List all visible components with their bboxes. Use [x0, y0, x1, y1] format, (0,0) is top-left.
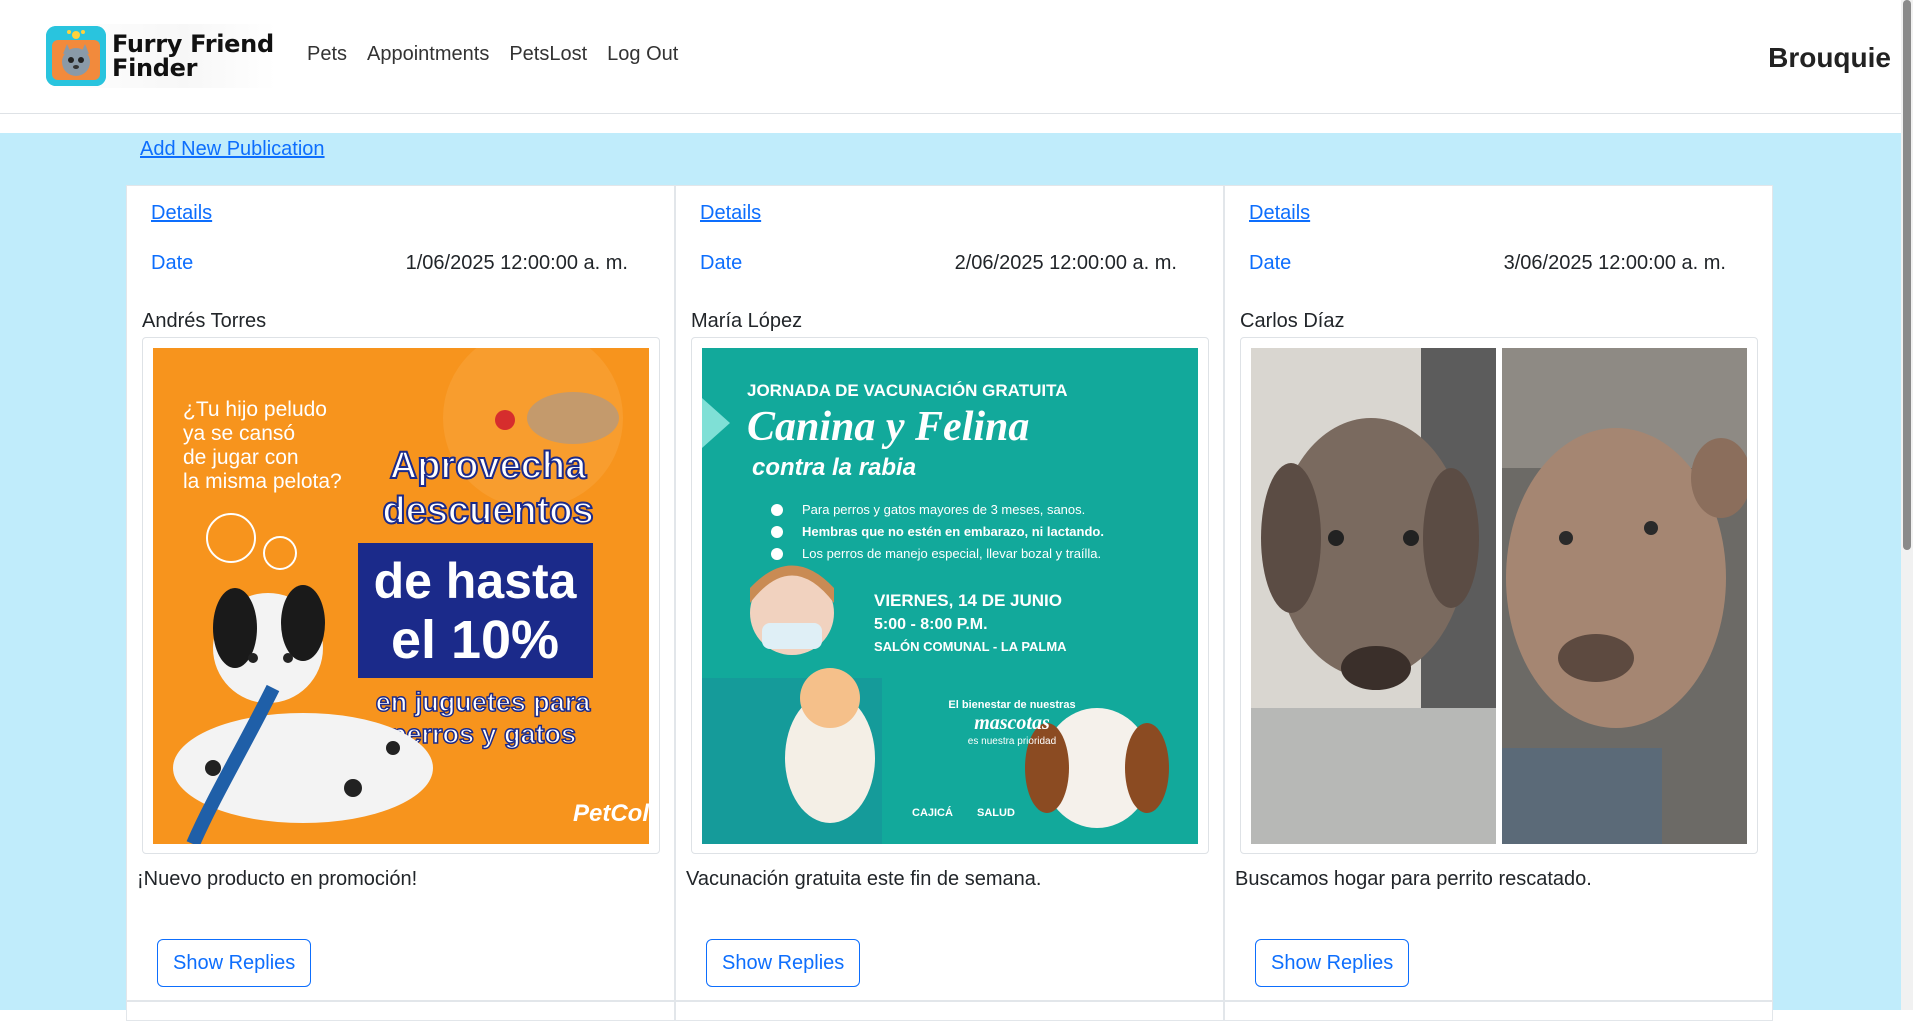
publications-section: Add New Publication Details Date 1/06/20… — [0, 133, 1901, 1021]
date-label: Date — [700, 252, 743, 274]
promo-line: ya se cansó — [183, 422, 295, 445]
add-publication-link[interactable]: Add New Publication — [140, 138, 325, 161]
publication-card: Details Date 1/06/2025 12:00:00 a. m. An… — [126, 185, 675, 1001]
publication-card: Details Date 3/06/2025 12:00:00 a. m. Ca… — [1224, 185, 1773, 1001]
poster-footer: El bienestar de nuestras — [948, 699, 1075, 711]
publication-description: ¡Nuevo producto en promoción! — [137, 868, 418, 890]
publication-list: Details Date 1/06/2025 12:00:00 a. m. An… — [126, 185, 1773, 1001]
brand-name: Furry Friend Finder — [112, 32, 274, 80]
promo-line: la misma pelota? — [183, 470, 342, 493]
publication-image — [1240, 337, 1758, 854]
promo-line: de jugar con — [183, 446, 299, 469]
vertical-scrollbar[interactable] — [1901, 0, 1913, 1010]
promo-highlight: el 10% — [391, 610, 559, 670]
publication-card: Details Date 2/06/2025 12:00:00 a. m. Ma… — [675, 185, 1224, 1001]
dog-photo-image — [1251, 348, 1747, 844]
details-link[interactable]: Details — [151, 202, 212, 225]
promo-highlight: de hasta — [374, 553, 578, 609]
brand-name-line1: Furry Friend — [112, 30, 274, 58]
scrollbar-thumb[interactable] — [1903, 0, 1911, 550]
pet-logo-icon — [46, 26, 106, 86]
publication-card-partial — [126, 1001, 675, 1021]
poster-subtitle: contra la rabia — [752, 454, 916, 481]
promo-banner-image: ¿Tu hijo peludo ya se cansó de jugar con… — [153, 348, 649, 844]
poster-top: JORNADA DE VACUNACIÓN GRATUITA — [747, 381, 1067, 400]
poster-bullet: Los perros de manejo especial, llevar bo… — [802, 546, 1101, 561]
publication-image: ¿Tu hijo peludo ya se cansó de jugar con… — [142, 337, 660, 854]
nav-logout[interactable]: Log Out — [607, 43, 678, 66]
author-name: Carlos Díaz — [1240, 310, 1345, 332]
nav-links: Pets Appointments PetsLost Log Out — [307, 43, 698, 66]
show-replies-button[interactable]: Show Replies — [157, 939, 312, 987]
promo-brand: PetCol — [573, 800, 649, 827]
promo-headline: Aprovecha — [390, 445, 587, 487]
publication-image: JORNADA DE VACUNACIÓN GRATUITA Canina y … — [691, 337, 1209, 854]
vaccination-poster-image: JORNADA DE VACUNACIÓN GRATUITA Canina y … — [702, 348, 1198, 844]
publication-description: Buscamos hogar para perrito rescatado. — [1235, 868, 1592, 890]
date-label: Date — [1249, 252, 1292, 274]
poster-footer: es nuestra prioridad — [968, 736, 1056, 747]
nav-pets[interactable]: Pets — [307, 43, 347, 66]
poster-where: SALÓN COMUNAL - LA PALMA — [874, 639, 1067, 654]
promo-headline: descuentos — [382, 490, 593, 532]
promo-subline: en juguetes para — [376, 687, 592, 717]
poster-logo: SALUD — [977, 807, 1015, 819]
poster-logo: CAJICÁ — [912, 806, 953, 819]
details-link[interactable]: Details — [1249, 202, 1310, 225]
date-value: 3/06/2025 12:00:00 a. m. — [1503, 252, 1726, 274]
nav-petslost[interactable]: PetsLost — [509, 43, 587, 66]
nav-appointments[interactable]: Appointments — [367, 43, 489, 66]
publication-card-partial — [1224, 1001, 1773, 1021]
user-name: Brouquie — [1768, 42, 1891, 73]
details-link[interactable]: Details — [700, 202, 761, 225]
poster-title: Canina y Felina — [747, 404, 1029, 450]
show-replies-button[interactable]: Show Replies — [706, 939, 861, 987]
date-value: 1/06/2025 12:00:00 a. m. — [405, 252, 628, 274]
show-replies-button[interactable]: Show Replies — [1255, 939, 1410, 987]
publication-description: Vacunación gratuita este fin de semana. — [686, 868, 1042, 890]
publication-card-partial — [675, 1001, 1224, 1021]
brand-link[interactable]: Furry Friend Finder — [46, 24, 276, 88]
author-name: María López — [691, 310, 803, 332]
promo-line: ¿Tu hijo peludo — [183, 398, 327, 421]
next-row-cards — [126, 1001, 1773, 1021]
navbar: Furry Friend Finder Pets Appointments Pe… — [0, 0, 1901, 114]
date-value: 2/06/2025 12:00:00 a. m. — [954, 252, 1177, 274]
poster-bullet: Hembras que no estén en embarazo, ni lac… — [802, 524, 1104, 539]
brand-name-line2: Finder — [112, 54, 198, 82]
poster-bullet: Para perros y gatos mayores de 3 meses, … — [802, 502, 1085, 517]
poster-footer: mascotas — [974, 712, 1050, 734]
author-name: Andrés Torres — [142, 310, 267, 332]
poster-time: 5:00 - 8:00 P.M. — [874, 616, 988, 633]
date-label: Date — [151, 252, 194, 274]
poster-when: VIERNES, 14 DE JUNIO — [874, 591, 1062, 610]
